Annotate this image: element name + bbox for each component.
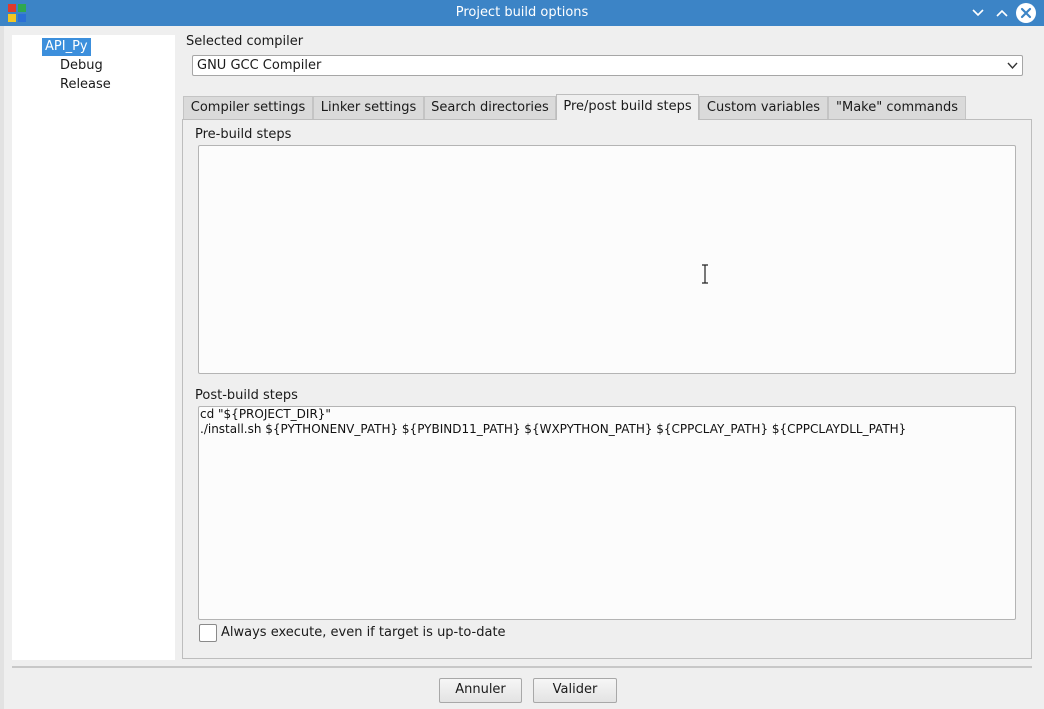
- post-build-textarea[interactable]: cd "${PROJECT_DIR}" ./install.sh ${PYTHO…: [198, 406, 1016, 620]
- tab-search-directories[interactable]: Search directories: [424, 96, 556, 119]
- text-cursor-icon: [702, 264, 708, 284]
- always-execute-label: Always execute, even if target is up-to-…: [221, 625, 506, 640]
- tree-item-debug[interactable]: Debug: [57, 57, 106, 75]
- compiler-select-value: GNU GCC Compiler: [197, 58, 322, 73]
- always-execute-checkbox[interactable]: [199, 624, 217, 642]
- tree-item-release[interactable]: Release: [57, 76, 114, 94]
- post-build-label: Post-build steps: [195, 388, 298, 403]
- close-icon: [1020, 7, 1032, 19]
- close-button[interactable]: [1016, 3, 1036, 23]
- window-frame: [0, 26, 4, 709]
- window-title: Project build options: [455, 5, 589, 20]
- pre-build-textarea[interactable]: [198, 145, 1016, 374]
- compiler-select[interactable]: GNU GCC Compiler: [192, 55, 1023, 76]
- cancel-button[interactable]: Annuler: [439, 678, 522, 703]
- target-tree[interactable]: API_Py Debug Release: [12, 35, 175, 660]
- tab-compiler-settings[interactable]: Compiler settings: [183, 96, 313, 119]
- selected-compiler-label: Selected compiler: [186, 34, 304, 49]
- ok-button[interactable]: Valider: [533, 678, 617, 703]
- tab-pre-post-build-steps[interactable]: Pre/post build steps: [556, 94, 699, 120]
- maximize-button[interactable]: [993, 4, 1011, 22]
- tab-custom-variables[interactable]: Custom variables: [699, 96, 828, 119]
- tree-item-api-py[interactable]: API_Py: [42, 38, 91, 56]
- chevron-down-icon: [1007, 62, 1018, 70]
- divider: [12, 666, 1032, 668]
- title-bar[interactable]: Project build options: [0, 0, 1044, 26]
- tab-make-commands[interactable]: "Make" commands: [828, 96, 966, 119]
- tab-linker-settings[interactable]: Linker settings: [313, 96, 424, 119]
- minimize-button[interactable]: [969, 4, 987, 22]
- pre-build-label: Pre-build steps: [195, 127, 292, 142]
